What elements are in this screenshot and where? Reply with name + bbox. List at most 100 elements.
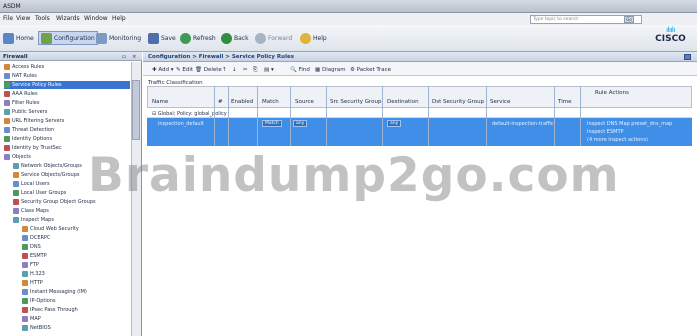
- tree-item[interactable]: NetBIOS: [22, 324, 130, 332]
- column-divider: [428, 86, 429, 146]
- tree-item[interactable]: AAA Rules: [4, 90, 130, 98]
- tree-item-label: ESMTP: [30, 253, 47, 259]
- tree-item-label: H.323: [30, 271, 45, 277]
- menu-file[interactable]: File: [3, 15, 13, 22]
- tree-item[interactable]: Instant Messaging (IM): [22, 288, 130, 296]
- copy-icon[interactable]: ⎘: [253, 67, 257, 74]
- tree-item[interactable]: Public Servers: [4, 108, 130, 116]
- tree-node-icon: [22, 262, 28, 268]
- col-src-security-group[interactable]: Src Security Group: [330, 99, 381, 105]
- paste-icon[interactable]: ▤ ▾: [264, 67, 274, 73]
- navigation-pane-title: Firewall: [3, 54, 28, 60]
- add-button[interactable]: ✚ Add ▾: [152, 67, 174, 73]
- column-divider: [486, 86, 487, 146]
- tree-item[interactable]: Filter Rules: [4, 99, 130, 107]
- tree-item[interactable]: DNS: [22, 243, 130, 251]
- menu-window[interactable]: Window: [84, 15, 108, 22]
- tree-item-label: URL Filtering Servers: [12, 118, 65, 124]
- breadcrumb: Configuration > Firewall > Service Polic…: [148, 54, 294, 60]
- col-match[interactable]: Match: [262, 99, 279, 105]
- column-divider: [580, 86, 581, 146]
- navigation-scroll-thumb[interactable]: [132, 80, 140, 140]
- tree-node-icon: [4, 145, 10, 151]
- row-match: Match: [262, 120, 282, 127]
- tree-item[interactable]: HTTP: [22, 279, 130, 287]
- cut-icon[interactable]: ✂: [243, 67, 248, 73]
- tree-item-label: NetBIOS: [30, 325, 51, 331]
- tree-item-label: Local Users: [21, 181, 50, 187]
- save-button[interactable]: Save: [148, 31, 176, 45]
- back-button[interactable]: Back: [221, 31, 249, 45]
- tree-item-label: Service Policy Rules: [12, 82, 62, 88]
- row-service: default-inspection-traffic: [492, 121, 554, 127]
- tree-item[interactable]: DCERPC: [22, 234, 130, 242]
- back-icon: [221, 32, 232, 44]
- col-number[interactable]: #: [218, 99, 223, 105]
- row-action-2: Inspect ESMTP: [587, 129, 624, 135]
- packet-trace-button[interactable]: ⚙ Packet Trace: [350, 67, 391, 73]
- row-name: inspection_default: [158, 121, 204, 127]
- policy-group-label: ⊟ Global; Policy: global_policy: [152, 111, 227, 117]
- col-destination[interactable]: Destination: [387, 99, 419, 105]
- tree-item[interactable]: Class Maps: [13, 207, 130, 215]
- home-button[interactable]: Home: [3, 31, 34, 45]
- col-source[interactable]: Source: [295, 99, 314, 105]
- tree-item[interactable]: Cloud Web Security: [22, 225, 130, 233]
- configuration-button[interactable]: Configuration: [38, 31, 98, 45]
- tree-item[interactable]: NAT Rules: [4, 72, 130, 80]
- tree-item[interactable]: Access Rules: [4, 63, 130, 71]
- home-icon: [3, 32, 14, 44]
- tree-node-icon: [13, 199, 19, 205]
- tree-item[interactable]: Identity Options: [4, 135, 130, 143]
- tree-node-icon: [4, 154, 10, 160]
- tree-node-icon: [22, 280, 28, 286]
- menu-help[interactable]: Help: [112, 15, 126, 22]
- tree-item[interactable]: IPsec Pass Through: [22, 306, 130, 314]
- search-go-button[interactable]: Go: [624, 16, 634, 23]
- tree-item[interactable]: IP-Options: [22, 297, 130, 305]
- tree-item[interactable]: Inspect Maps: [13, 216, 130, 224]
- column-divider: [326, 86, 327, 146]
- tree-item-label: HTTP: [30, 280, 43, 286]
- refresh-button[interactable]: Refresh: [180, 31, 216, 45]
- monitoring-button[interactable]: Monitoring: [96, 31, 141, 45]
- tree-item[interactable]: MAP: [22, 315, 130, 323]
- tree-item[interactable]: Service Policy Rules: [4, 81, 130, 89]
- row-destination: any: [387, 120, 402, 127]
- col-dst-security-group[interactable]: Dst Security Group: [432, 99, 484, 105]
- move-up-button[interactable]: ↑: [222, 67, 227, 73]
- tree-item[interactable]: H.323: [22, 270, 130, 278]
- tree-node-icon: [13, 217, 19, 223]
- help-button[interactable]: Help: [300, 31, 327, 45]
- tree-node-icon: [22, 226, 28, 232]
- tree-item[interactable]: ESMTP: [22, 252, 130, 260]
- col-time[interactable]: Time: [558, 99, 571, 105]
- tree-item-label: Security Group Object Groups: [21, 199, 96, 205]
- col-enabled[interactable]: Enabled: [231, 99, 253, 105]
- pin-icon[interactable]: ▫: [122, 54, 126, 60]
- forward-button[interactable]: Forward: [255, 31, 292, 45]
- move-down-button[interactable]: ↓: [232, 67, 237, 73]
- col-service[interactable]: Service: [490, 99, 510, 105]
- find-button[interactable]: 🔍 Find: [290, 67, 310, 73]
- tree-node-icon: [4, 73, 10, 79]
- edit-button[interactable]: ✎ Edit: [176, 67, 193, 73]
- col-rule-actions[interactable]: Rule Actions: [595, 90, 629, 96]
- col-name[interactable]: Name: [152, 99, 168, 105]
- tree-item[interactable]: Threat Detection: [4, 126, 130, 134]
- row-action-3[interactable]: (4 more inspect actions): [587, 137, 648, 143]
- tree-item[interactable]: FTP: [22, 261, 130, 269]
- tree-node-icon: [13, 190, 19, 196]
- menu-tools[interactable]: Tools: [35, 15, 50, 22]
- maximize-icon[interactable]: [684, 54, 691, 60]
- menu-view[interactable]: View: [16, 15, 30, 22]
- tree-node-icon: [13, 163, 19, 169]
- close-icon[interactable]: ×: [132, 54, 137, 60]
- tree-item-label: Access Rules: [12, 64, 45, 70]
- tree-item[interactable]: URL Filtering Servers: [4, 117, 130, 125]
- diagram-button[interactable]: ▦ Diagram: [315, 67, 346, 73]
- menu-wizards[interactable]: Wizards: [56, 15, 80, 22]
- tree-item-label: MAP: [30, 316, 41, 322]
- tree-node-icon: [22, 316, 28, 322]
- delete-button[interactable]: 🗑 Delete: [195, 67, 222, 73]
